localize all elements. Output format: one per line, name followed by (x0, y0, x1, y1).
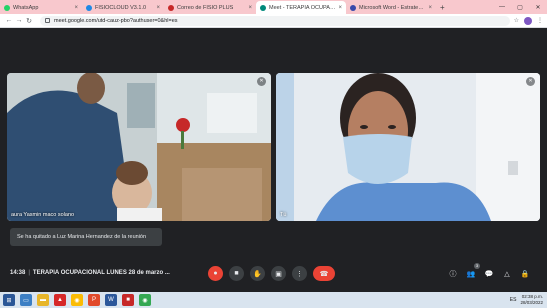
clock[interactable]: 02:38 p.m. 28/03/2022 (520, 294, 543, 306)
tab-label: FISIOCLOUD V3.1.0 (95, 4, 147, 11)
info-icon: ⓘ (449, 271, 457, 278)
profile-avatar[interactable] (524, 16, 532, 25)
close-icon[interactable]: × (248, 5, 252, 11)
meeting-time: 14:38 (10, 270, 26, 276)
windows-taskbar: ⊞ ▭ ▬ ▲ ◉ P W ■ ◉ ES 02:38 p.m. 28/03/20… (0, 292, 547, 308)
participant-tile-2[interactable]: ✕ Tú (276, 73, 540, 221)
side-controls: ⓘ 👥 3 💬 △ 🔒 (447, 263, 531, 280)
participant-video-1 (7, 73, 271, 221)
participants-count-badge: 3 (474, 263, 480, 269)
reload-icon[interactable]: ↻ (24, 17, 34, 25)
tab-word[interactable]: Microsoft Word - Estrategias × (346, 1, 436, 14)
meet-control-bar: 14:38 | TERAPIA OCUPACIONAL LUNES 28 de ma… (0, 262, 547, 288)
shapes-icon: △ (504, 271, 510, 278)
participant-video-2 (276, 73, 540, 221)
close-window-icon[interactable]: ✕ (529, 4, 547, 11)
participant-tile-1[interactable]: ✕ aura Yasmin maco solano (7, 73, 271, 221)
address-bar: ← → ↻ meet.google.com/utd-cauz-pbo?authu… (0, 14, 547, 28)
meet-icon (260, 4, 266, 11)
notification-toast: Se ha quitado a Luz Marina Hernandez de … (10, 228, 162, 246)
chat-icon: 💬 (484, 271, 494, 278)
whatsapp-icon (4, 4, 10, 11)
start-icon[interactable]: ⊞ (3, 294, 15, 306)
camera-toggle-button[interactable]: ■ (229, 266, 244, 281)
hand-icon: ✋ (253, 270, 262, 278)
host-controls-button[interactable]: 🔒 (519, 268, 531, 280)
minimize-icon[interactable]: — (493, 4, 511, 10)
word-icon (350, 4, 356, 11)
meet-stage: ✕ aura Yasmin maco solano ✕ Tú Se ha qui… (0, 28, 547, 292)
powerpoint-icon[interactable]: P (88, 294, 100, 306)
tab-meet[interactable]: Meet - TERAPIA OCUPACI... × (256, 1, 346, 14)
more-vert-icon: ⋮ (296, 270, 303, 278)
explorer-icon[interactable]: ▭ (20, 294, 32, 306)
lock-icon[interactable] (45, 18, 50, 23)
call-controls: ● ■ ✋ ▣ ⋮ ☎ (208, 266, 335, 281)
present-button[interactable]: ▣ (271, 266, 286, 281)
meeting-details-button[interactable]: ⓘ (447, 268, 459, 280)
browser-tab-strip: WhatsApp × FISIOCLOUD V3.1.0 × Correo de… (0, 0, 547, 14)
raise-hand-button[interactable]: ✋ (250, 266, 265, 281)
tab-label: Meet - TERAPIA OCUPACI... (269, 4, 336, 11)
chrome-icon[interactable]: ◉ (71, 294, 83, 306)
phone-icon: ☎ (319, 270, 329, 278)
folder-icon[interactable]: ▬ (37, 294, 49, 306)
url-text: meet.google.com/utd-cauz-pbo?authuser=0&… (54, 17, 178, 24)
back-icon[interactable]: ← (4, 17, 14, 24)
fisiocloud-icon (86, 4, 92, 11)
tab-label: Microsoft Word - Estrategias (359, 4, 426, 11)
maximize-icon[interactable]: ▢ (511, 4, 529, 11)
menu-icon[interactable]: ⋮ (537, 17, 543, 24)
close-icon[interactable]: × (74, 5, 78, 11)
gmail-icon (168, 4, 174, 11)
close-icon[interactable]: × (338, 5, 342, 11)
divider: | (28, 270, 30, 276)
chat-button[interactable]: 💬 (483, 268, 495, 280)
tab-label: WhatsApp (13, 4, 39, 11)
pdf-icon[interactable]: ▲ (54, 294, 66, 306)
tab-fisiocloud[interactable]: FISIOCLOUD V3.1.0 × (82, 1, 164, 14)
close-icon[interactable]: × (156, 5, 160, 11)
tab-whatsapp[interactable]: WhatsApp × (0, 1, 82, 14)
camera-icon: ■ (234, 270, 239, 277)
more-options-button[interactable]: ⋮ (292, 266, 307, 281)
system-tray: ES 02:38 p.m. 28/03/2022 (510, 294, 547, 306)
participant-name: Tú (280, 212, 287, 218)
mic-off-icon: ✕ (526, 77, 535, 86)
people-icon: 👥 (466, 271, 476, 278)
hang-up-button[interactable]: ☎ (313, 266, 335, 281)
clock-date: 28/03/2022 (520, 300, 543, 305)
participant-name: aura Yasmin maco solano (11, 212, 75, 218)
close-icon[interactable]: × (428, 5, 432, 11)
url-input[interactable]: meet.google.com/utd-cauz-pbo?authuser=0&… (40, 15, 510, 26)
language-indicator[interactable]: ES (510, 297, 517, 303)
meeting-info: 14:38 | TERAPIA OCUPACIONAL LUNES 28 de ma… (10, 270, 170, 276)
app-icon[interactable]: ■ (122, 294, 134, 306)
lock-person-icon: 🔒 (520, 271, 530, 278)
mic-off-icon: ✕ (257, 77, 266, 86)
tab-correo[interactable]: Correo de FISIO PLUS × (164, 1, 256, 14)
mic-off-icon: ● (213, 270, 218, 277)
tab-label: Correo de FISIO PLUS (177, 4, 234, 11)
star-icon[interactable]: ☆ (514, 17, 519, 24)
chrome-active-icon[interactable]: ◉ (139, 294, 151, 306)
activities-button[interactable]: △ (501, 268, 513, 280)
forward-icon[interactable]: → (14, 17, 24, 24)
new-tab-button[interactable]: + (436, 1, 449, 14)
window-controls: — ▢ ✕ (493, 0, 547, 14)
word-icon[interactable]: W (105, 294, 117, 306)
toast-text: Se ha quitado a Luz Marina Hernandez de … (17, 234, 147, 240)
meeting-title: TERAPIA OCUPACIONAL LUNES 28 de marzo ..… (32, 270, 170, 276)
mic-toggle-button[interactable]: ● (208, 266, 223, 281)
present-icon: ▣ (275, 270, 282, 278)
participants-button[interactable]: 👥 3 (465, 263, 480, 280)
